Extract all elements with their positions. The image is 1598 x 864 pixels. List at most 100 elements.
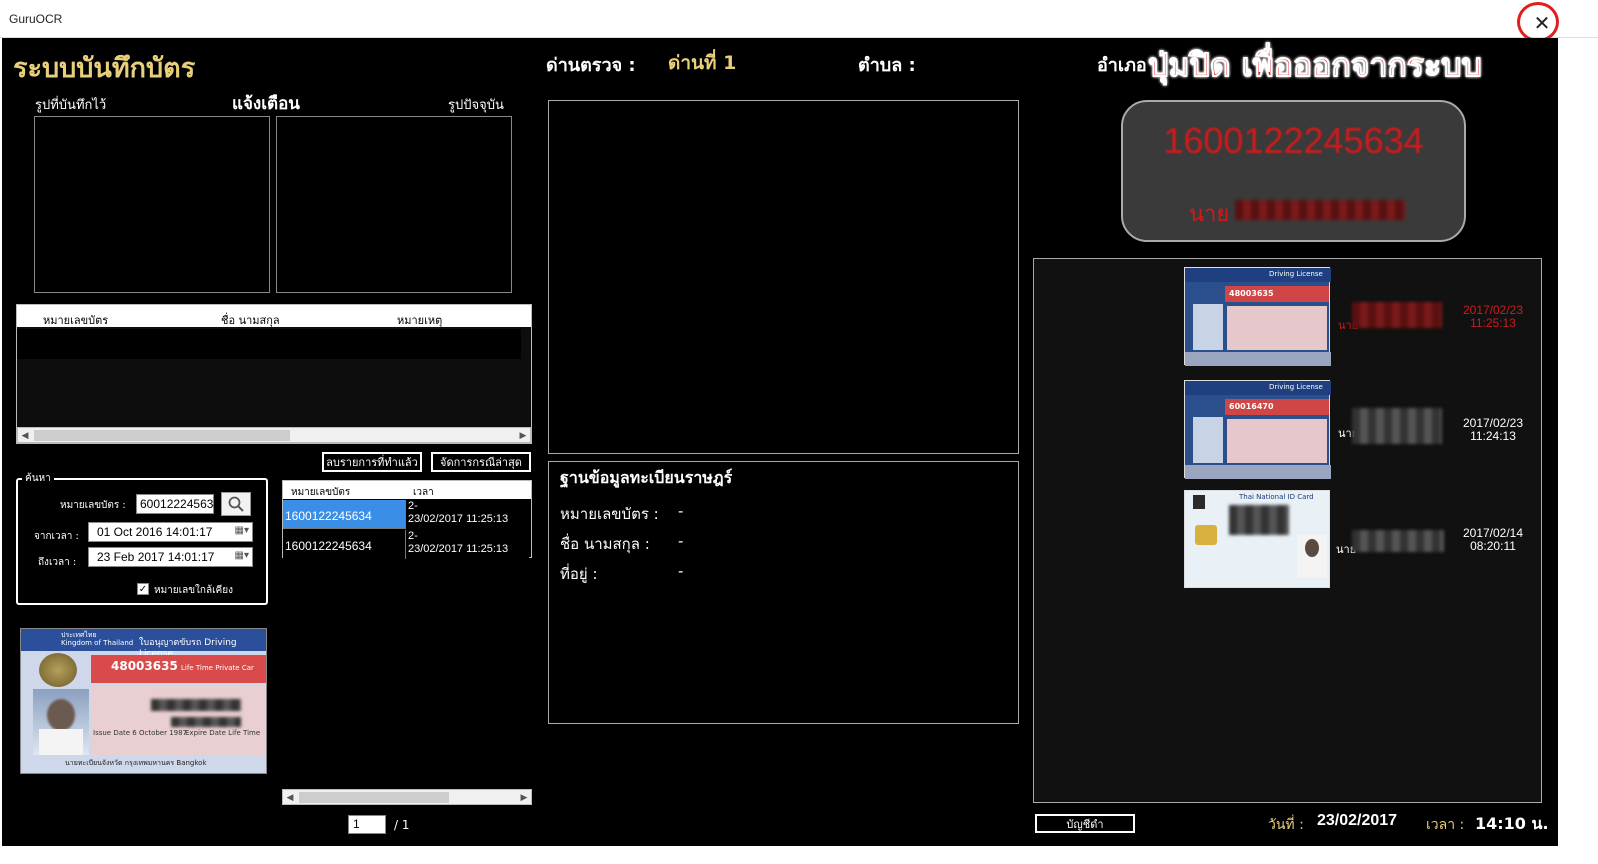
history-card-title: Thai National ID Card <box>1239 493 1314 501</box>
scroll-thumb[interactable] <box>299 792 449 803</box>
column-fullname[interactable]: ชื่อ นามสกุล <box>221 311 280 329</box>
scroll-right-arrow-icon[interactable]: ▶ <box>517 790 531 805</box>
window-titlebar: GuruOCR <box>0 0 1598 38</box>
scroll-left-arrow-icon[interactable]: ◀ <box>18 428 32 443</box>
subdistrict-label: ตำบล : <box>858 55 916 76</box>
time-label: เวลา : <box>1426 817 1465 833</box>
scroll-thumb[interactable] <box>34 430 290 441</box>
search-from-label: จากเวลา : <box>34 531 79 542</box>
delete-done-button[interactable]: ลบรายการที่ทำแล้ว <box>322 452 422 472</box>
license-photo <box>33 689 89 755</box>
license-issue: Issue Date 6 October 1987 <box>93 729 188 737</box>
results-table-header: หมายเลขบัตร เวลา <box>283 481 531 499</box>
registry-panel <box>548 461 1019 724</box>
history-timestamp: 2017/02/23 11:25:13 <box>1456 304 1530 330</box>
row-time-line1: 2- <box>408 500 418 512</box>
history-card-title: Driving License <box>1269 383 1323 391</box>
history-card-image[interactable]: Driving License 48003635 <box>1184 267 1331 366</box>
history-card-number: 48003635 <box>1229 289 1274 298</box>
results-table[interactable]: หมายเลขบัตร เวลา 1600122245634 2- 23/02/… <box>282 480 532 559</box>
registry-name-value: - <box>678 532 684 550</box>
history-name-blurred <box>1352 302 1442 328</box>
history-time: 08:20:11 <box>1470 539 1516 553</box>
history-timestamp: 2017/02/23 11:24:13 <box>1456 417 1530 443</box>
license-preview-image: ประเทศไทย Kingdom of Thailand ใบอนุญาตขั… <box>20 628 267 774</box>
history-card-image[interactable]: Thai National ID Card <box>1184 490 1330 588</box>
display-name-blurred <box>1235 200 1405 220</box>
results-table-scrollbar[interactable]: ◀ ▶ <box>282 789 532 805</box>
time-value: 14:10 น. <box>1475 814 1549 833</box>
registry-title: ฐานข้อมูลทะเบียนราษฎร์ <box>560 468 733 487</box>
row-time-line1: 2- <box>408 530 418 542</box>
registry-card-value: - <box>678 502 684 520</box>
page-input[interactable]: 1 <box>348 815 386 834</box>
column-note[interactable]: หมายเหตุ <box>397 311 442 329</box>
history-time: 11:25:13 <box>1470 316 1516 330</box>
table-row[interactable]: 1600122245634 2- 23/02/2017 11:25:13 <box>283 500 529 529</box>
row-time-cell: 2- 23/02/2017 11:25:13 <box>405 530 529 559</box>
row-card-number: 1600122245634 <box>285 539 372 553</box>
date-value: 23/02/2017 <box>1317 812 1398 829</box>
search-icon[interactable] <box>221 492 251 516</box>
license-country-th: ประเทศไทย <box>61 631 97 639</box>
emblem-icon <box>39 653 77 687</box>
calendar-dropdown-icon[interactable]: ▦▾ <box>235 550 249 561</box>
search-card-input[interactable]: 600122245634 <box>136 494 220 514</box>
license-footer: นายทะเบียนจังหวัด กรุงเทพมหานคร Bangkok <box>65 759 207 767</box>
registry-name-label: ชื่อ นามสกุล : <box>560 535 650 553</box>
license-type: Life Time Private Car <box>181 664 254 672</box>
manage-latest-button[interactable]: จัดการกรณีล่าสุด <box>431 452 531 472</box>
app-title: ระบบบันทึกบัตร <box>13 53 196 84</box>
scroll-right-arrow-icon[interactable]: ▶ <box>516 428 530 443</box>
alert-table-scrollbar[interactable]: ◀ ▶ <box>17 427 531 443</box>
calendar-dropdown-icon[interactable]: ▦▾ <box>235 525 249 536</box>
date-label: วันที่ : <box>1268 817 1304 833</box>
live-camera-view <box>548 100 1019 454</box>
history-card-title: Driving License <box>1269 270 1323 278</box>
license-red-band: 48003635 Life Time Private Car <box>91 655 266 683</box>
row-card-number: 1600122245634 <box>285 509 372 523</box>
nearby-checkbox-label: หมายเลขใกล้เคียง <box>154 585 233 596</box>
search-from-datetime[interactable]: 01 Oct 2016 14:01:17 ▦▾ <box>88 522 253 542</box>
alert-table-header: หมายเลขบัตร ชื่อ นามสกุล หมายเหตุ <box>17 305 531 327</box>
alert-table-empty-row <box>17 329 521 359</box>
search-card-label: หมายเลขบัตร : <box>60 500 126 511</box>
scroll-left-arrow-icon[interactable]: ◀ <box>283 790 297 805</box>
close-hint-annotation: ปุ่มปิด เพื่อออกจากระบบ <box>1148 46 1483 85</box>
saved-image-label: รูปที่บันทึกไว้ <box>35 98 107 113</box>
history-name-blurred <box>1352 530 1444 552</box>
table-row[interactable]: 1600122245634 2- 23/02/2017 11:25:13 <box>283 530 529 559</box>
window-frame-bottom <box>0 846 1598 864</box>
display-card-number: 1600122245634 <box>1163 120 1424 161</box>
row-time-line2: 23/02/2017 11:25:13 <box>408 513 509 525</box>
search-to-label: ถึงเวลา : <box>38 557 77 568</box>
history-card-number: 60016470 <box>1229 402 1274 411</box>
nearby-checkbox[interactable]: ✓ <box>137 583 149 595</box>
window-title: GuruOCR <box>9 12 63 26</box>
search-legend: ค้นหา <box>22 471 54 486</box>
license-expire: Expire Date Life Time <box>185 729 261 737</box>
registry-card-label: หมายเลขบัตร : <box>560 505 659 523</box>
column-time[interactable]: เวลา <box>413 485 434 500</box>
column-card-number[interactable]: หมายเลขบัตร <box>43 311 108 329</box>
saved-image-box <box>34 116 270 293</box>
row-time-line2: 23/02/2017 11:25:13 <box>408 543 509 555</box>
checkpoint-label: ด่านตรวจ : <box>546 55 636 76</box>
column-card-number[interactable]: หมายเลขบัตร <box>291 485 350 500</box>
alert-table[interactable]: หมายเลขบัตร ชื่อ นามสกุล หมายเหตุ ◀ ▶ <box>16 304 532 444</box>
blacklist-button[interactable]: บัญชีดำ <box>1035 814 1135 833</box>
search-to-value: 23 Feb 2017 14:01:17 <box>97 550 215 564</box>
current-image-label: รูปปัจจุบัน <box>448 98 504 113</box>
license-country-en: Kingdom of Thailand <box>61 639 134 647</box>
chip-icon <box>1195 525 1217 545</box>
history-card-image[interactable]: Driving License 60016470 <box>1184 380 1331 479</box>
row-time-cell: 2- 23/02/2017 11:25:13 <box>405 500 529 529</box>
alert-label: แจ้งเตือน <box>232 94 300 114</box>
history-name-blurred <box>1352 408 1442 444</box>
search-to-datetime[interactable]: 23 Feb 2017 14:01:17 ▦▾ <box>88 547 253 567</box>
license-details: Issue Date 6 October 1987 Expire Date Li… <box>91 685 266 755</box>
history-time: 11:24:13 <box>1470 429 1516 443</box>
registry-address-value: - <box>678 562 684 580</box>
license-number: 48003635 <box>111 659 178 673</box>
close-highlight-circle <box>1517 2 1559 42</box>
